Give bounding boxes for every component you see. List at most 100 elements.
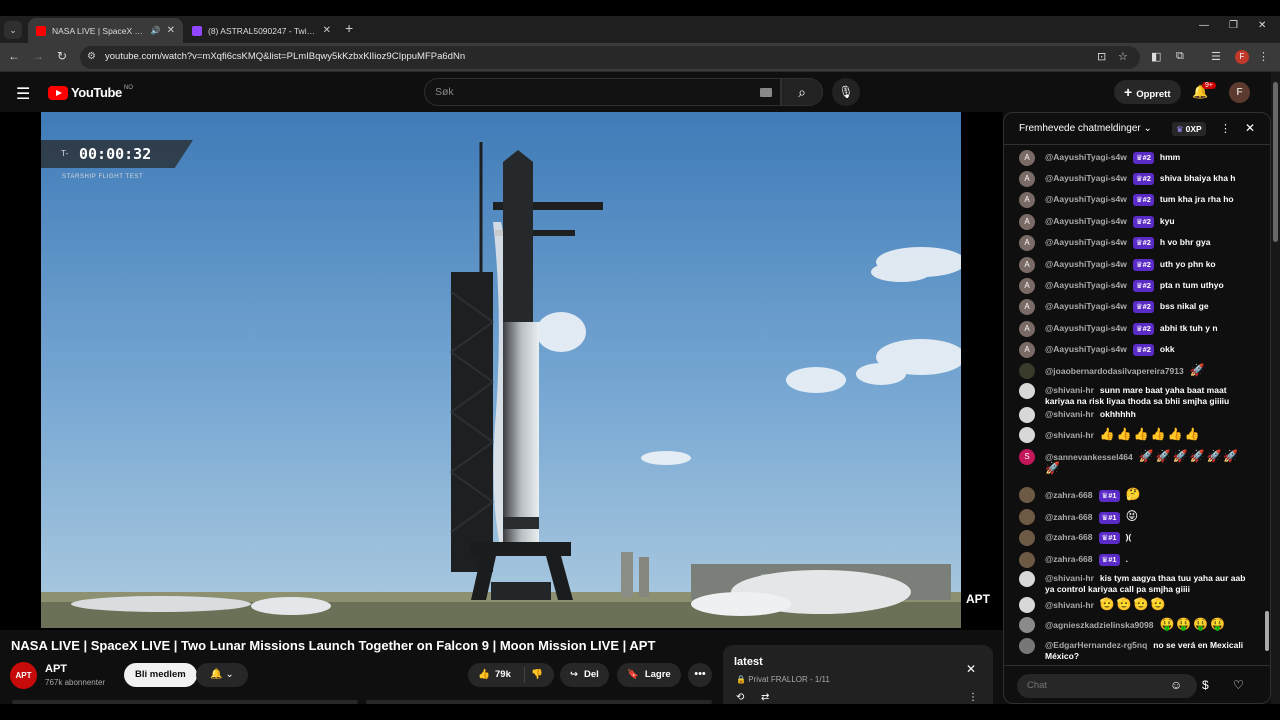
chat-author-name[interactable]: @agnieszkadzielinska9098	[1045, 620, 1153, 630]
search-button[interactable]: ⌕	[781, 78, 823, 106]
shuffle-icon[interactable]: ⇄	[761, 692, 769, 703]
chat-author-avatar[interactable]	[1019, 487, 1035, 503]
chat-author-avatar[interactable]: A	[1019, 192, 1035, 208]
tab-twitch[interactable]: (8) ASTRAL5090247 - Twitch ✕	[184, 18, 339, 43]
loop-icon[interactable]: ⟲	[736, 692, 744, 703]
chat-author-avatar[interactable]	[1019, 617, 1035, 633]
chat-message-list[interactable]: A @AayushiTyagi-s4w ♛#2 hmm A @AayushiTyagi-s…	[1004, 145, 1264, 661]
chat-scrollbar[interactable]	[1265, 151, 1269, 659]
chat-author-name[interactable]: @AayushiTyagi-s4w	[1045, 280, 1127, 290]
close-tab-icon[interactable]: ✕	[167, 25, 175, 36]
reload-icon[interactable]: ↻	[54, 49, 70, 63]
chat-author-avatar[interactable]	[1019, 363, 1035, 379]
dislike-thumb-icon[interactable]: 👎	[531, 663, 543, 687]
page-scrollbar[interactable]	[1271, 72, 1280, 704]
chat-author-name[interactable]: @EdgarHernandez-rg5nq	[1045, 640, 1147, 650]
voice-search-button[interactable]: 🎙	[832, 78, 860, 106]
channel-name[interactable]: APT	[45, 663, 67, 675]
browser-profile-avatar[interactable]: F	[1235, 50, 1249, 64]
chat-author-name[interactable]: @AayushiTyagi-s4w	[1045, 344, 1127, 354]
xp-badge[interactable]: ♛ 0XP	[1172, 122, 1206, 136]
chat-author-avatar[interactable]: S	[1019, 449, 1035, 465]
chat-author-name[interactable]: @AayushiTyagi-s4w	[1045, 323, 1127, 333]
forward-icon[interactable]: →	[30, 49, 46, 63]
video-frame[interactable]: T- 00:00:32 STARSHIP FLIGHT TEST	[41, 112, 961, 628]
super-chat-icon[interactable]: $	[1202, 678, 1209, 692]
install-app-icon[interactable]: ⊡	[1097, 50, 1106, 63]
chat-author-avatar[interactable]	[1019, 530, 1035, 546]
chat-author-avatar[interactable]	[1019, 571, 1035, 587]
chat-author-avatar[interactable]: A	[1019, 299, 1035, 315]
tab-youtube[interactable]: NASA LIVE | SpaceX LIVE | T 🔊 ✕	[28, 18, 183, 43]
chat-author-name[interactable]: @AayushiTyagi-s4w	[1045, 301, 1127, 311]
like-count[interactable]: 79k	[495, 663, 511, 687]
chat-author-name[interactable]: @AayushiTyagi-s4w	[1045, 259, 1127, 269]
bookmark-star-icon[interactable]: ☆	[1118, 50, 1128, 63]
chat-close-icon[interactable]: ✕	[1245, 121, 1255, 135]
playlist-close-icon[interactable]: ✕	[966, 662, 976, 676]
youtube-logo[interactable]: YouTube NO	[48, 85, 133, 100]
like-thumb-icon[interactable]: 👍	[478, 663, 490, 687]
keyboard-icon[interactable]	[760, 88, 772, 97]
chat-author-name[interactable]: @zahra-668	[1045, 490, 1093, 500]
chat-author-avatar[interactable]: A	[1019, 257, 1035, 273]
media-icon[interactable]: ◧	[1151, 50, 1161, 63]
channel-avatar[interactable]: APT	[10, 662, 37, 689]
chat-author-name[interactable]: @zahra-668	[1045, 532, 1093, 542]
emoji-icon[interactable]: ☺	[1170, 678, 1182, 692]
audio-playing-icon[interactable]: 🔊	[151, 26, 161, 35]
site-info-icon[interactable]: ⚙	[87, 51, 96, 62]
chat-author-name[interactable]: @zahra-668	[1045, 512, 1093, 522]
chat-author-name[interactable]: @shivani-hr	[1045, 385, 1094, 395]
heart-icon[interactable]: ♡	[1233, 678, 1244, 692]
chat-author-avatar[interactable]: A	[1019, 150, 1035, 166]
chat-author-name[interactable]: @shivani-hr	[1045, 409, 1094, 419]
page-scroll-thumb[interactable]	[1273, 82, 1278, 242]
browser-menu-icon[interactable]: ⋮	[1258, 50, 1269, 63]
chat-author-name[interactable]: @shivani-hr	[1045, 600, 1094, 610]
chat-mode-selector[interactable]: Fremhevede chatmeldinger ⌄	[1019, 123, 1152, 134]
chat-author-name[interactable]: @AayushiTyagi-s4w	[1045, 194, 1127, 204]
new-tab-button[interactable]: +	[345, 20, 353, 36]
account-avatar[interactable]: F	[1229, 82, 1250, 103]
more-actions-button[interactable]: •••	[688, 663, 712, 687]
channel-watermark[interactable]: APT	[966, 592, 990, 606]
chat-author-name[interactable]: @AayushiTyagi-s4w	[1045, 152, 1127, 162]
chat-author-name[interactable]: @AayushiTyagi-s4w	[1045, 216, 1127, 226]
chat-author-avatar[interactable]	[1019, 509, 1035, 525]
chat-author-avatar[interactable]	[1019, 383, 1035, 399]
chat-author-avatar[interactable]: A	[1019, 278, 1035, 294]
save-button[interactable]: 🔖 Lagre	[617, 663, 681, 687]
omnibox[interactable]: ⚙ youtube.com/watch?v=mXqfi6csKMQ&list=P…	[80, 46, 1140, 69]
chat-author-avatar[interactable]	[1019, 638, 1035, 654]
playlist-title[interactable]: latest	[734, 656, 763, 668]
chat-author-name[interactable]: @shivani-hr	[1045, 573, 1094, 583]
extensions-icon[interactable]: ⧉	[1176, 50, 1184, 63]
chat-author-name[interactable]: @zahra-668	[1045, 554, 1093, 564]
chat-author-avatar[interactable]: A	[1019, 171, 1035, 187]
close-tab-icon[interactable]: ✕	[323, 25, 331, 36]
chat-author-avatar[interactable]	[1019, 407, 1035, 423]
subscription-bell-button[interactable]: 🔔 ⌄	[196, 663, 248, 687]
playlist-more-icon[interactable]: ⋮	[968, 692, 978, 703]
create-button[interactable]: + Opprett	[1114, 80, 1181, 104]
restore-icon[interactable]: ❐	[1229, 20, 1238, 31]
chat-author-avatar[interactable]: A	[1019, 235, 1035, 251]
chat-author-name[interactable]: @AayushiTyagi-s4w	[1045, 173, 1127, 183]
menu-hamburger-icon[interactable]: ☰	[16, 84, 30, 104]
chat-author-name[interactable]: @AayushiTyagi-s4w	[1045, 237, 1127, 247]
back-icon[interactable]: ←	[6, 49, 22, 63]
chat-author-name[interactable]: @shivani-hr	[1045, 430, 1094, 440]
chat-author-avatar[interactable]: A	[1019, 214, 1035, 230]
window-close-icon[interactable]: ✕	[1258, 20, 1266, 31]
chat-more-icon[interactable]: ⋮	[1220, 122, 1231, 135]
search-input[interactable]: Søk	[424, 78, 781, 106]
tab-search-button[interactable]: ⌄	[4, 21, 22, 39]
video-player[interactable]: T- 00:00:32 STARSHIP FLIGHT TEST APT	[0, 112, 1003, 630]
chat-author-avatar[interactable]	[1019, 427, 1035, 443]
url-text[interactable]: youtube.com/watch?v=mXqfi6csKMQ&list=PLm…	[105, 51, 465, 62]
reading-list-icon[interactable]: ☰	[1211, 50, 1221, 63]
join-button[interactable]: Bli medlem	[124, 663, 197, 687]
share-button[interactable]: ↪ Del	[560, 663, 609, 687]
minimize-icon[interactable]: —	[1199, 20, 1209, 31]
